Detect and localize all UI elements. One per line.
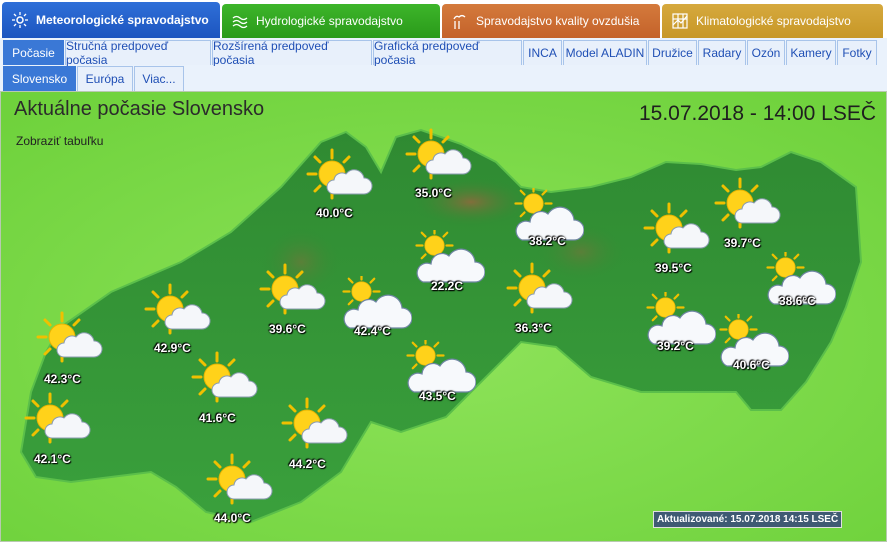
station-temperature: 43.5°C <box>419 389 456 403</box>
chart-icon <box>672 13 688 29</box>
station-temperature: 22.2C <box>431 279 464 293</box>
station-temperature: 39.7°C <box>724 236 761 250</box>
station-temperature: 41.6°C <box>199 411 236 425</box>
tab-label: Klimatologické spravodajstvo <box>696 14 851 28</box>
mostly-cloudy-icon[interactable] <box>766 252 836 322</box>
station-temperature: 39.6°C <box>269 322 306 336</box>
last-updated: Aktualizované: 15.07.2018 14:15 LSEČ <box>653 511 843 528</box>
tab-europa[interactable]: Európa <box>77 66 133 91</box>
station-temperature: 42.4°C <box>354 324 391 338</box>
station-temperature: 44.2°C <box>289 457 326 471</box>
tab-strucna-predpoved[interactable]: Stručná predpoveď počasia <box>65 39 211 67</box>
station-temperature: 39.2°C <box>657 339 694 353</box>
station-temperature: 42.1°C <box>34 452 71 466</box>
tab-pocasie[interactable]: Počasie <box>3 40 64 65</box>
tab-graficka-predpoved[interactable]: Grafická predpoveď počasia <box>373 39 522 67</box>
sun-icon <box>12 12 28 28</box>
tab-label: Hydrologické spravodajstvo <box>256 14 403 28</box>
tab-kamery[interactable]: Kamery <box>786 40 836 65</box>
station-temperature: 38.2°C <box>529 234 566 248</box>
tab-meteorological[interactable]: Meteorologické spravodajstvo <box>2 2 220 38</box>
station-temperature: 42.9°C <box>154 341 191 355</box>
tab-model-aladin[interactable]: Model ALADIN <box>563 40 647 65</box>
tab-radary[interactable]: Radary <box>698 40 746 65</box>
sub-navigation: Počasie Stručná predpoveď počasia Rozšír… <box>0 38 887 67</box>
weather-map: Aktuálne počasie Slovensko 15.07.2018 - … <box>0 91 887 542</box>
station-temperature: 38.6°C <box>779 294 816 308</box>
station-temperature: 35.0°C <box>415 186 452 200</box>
tab-rozsirena-predpoved[interactable]: Rozšírená predpoveď počasia <box>212 39 372 67</box>
page-title: Aktuálne počasie Slovensko <box>14 98 265 120</box>
station-temperature: 44.0°C <box>214 511 251 525</box>
region-navigation: Slovensko Európa Viac... <box>0 66 887 91</box>
tab-druzice[interactable]: Družice <box>648 40 697 65</box>
tab-hydrological[interactable]: Hydrologické spravodajstvo <box>222 4 440 38</box>
station-temperature: 39.5°C <box>655 261 692 275</box>
station-temperature: 42.3°C <box>44 372 81 386</box>
tab-viac[interactable]: Viac... <box>134 66 184 91</box>
top-navigation: Meteorologické spravodajstvo Hydrologick… <box>0 0 887 38</box>
station-temperature: 36.3°C <box>515 321 552 335</box>
tab-ozon[interactable]: Ozón <box>747 40 785 65</box>
station-temperature: 40.0°C <box>316 206 353 220</box>
show-table-link[interactable]: Zobraziť tabuľku <box>16 134 103 148</box>
waves-icon <box>232 13 248 29</box>
mostly-cloudy-icon[interactable] <box>719 314 789 384</box>
tab-label: Spravodajstvo kvality ovzdušia <box>476 14 640 28</box>
tab-climatological[interactable]: Klimatologické spravodajstvo <box>662 4 883 38</box>
station-temperature: 40.6°C <box>733 358 770 372</box>
tab-fotky[interactable]: Fotky <box>837 40 877 65</box>
tab-air-quality[interactable]: Spravodajstvo kvality ovzdušia <box>442 4 660 38</box>
partly-cloudy-icon[interactable] <box>36 311 106 381</box>
tab-label: Meteorologické spravodajstvo <box>36 13 209 27</box>
tab-slovensko[interactable]: Slovensko <box>3 66 76 91</box>
observation-datetime: 15.07.2018 - 14:00 LSEČ <box>638 102 876 125</box>
tab-inca[interactable]: INCA <box>523 40 562 65</box>
factory-icon <box>452 13 468 29</box>
